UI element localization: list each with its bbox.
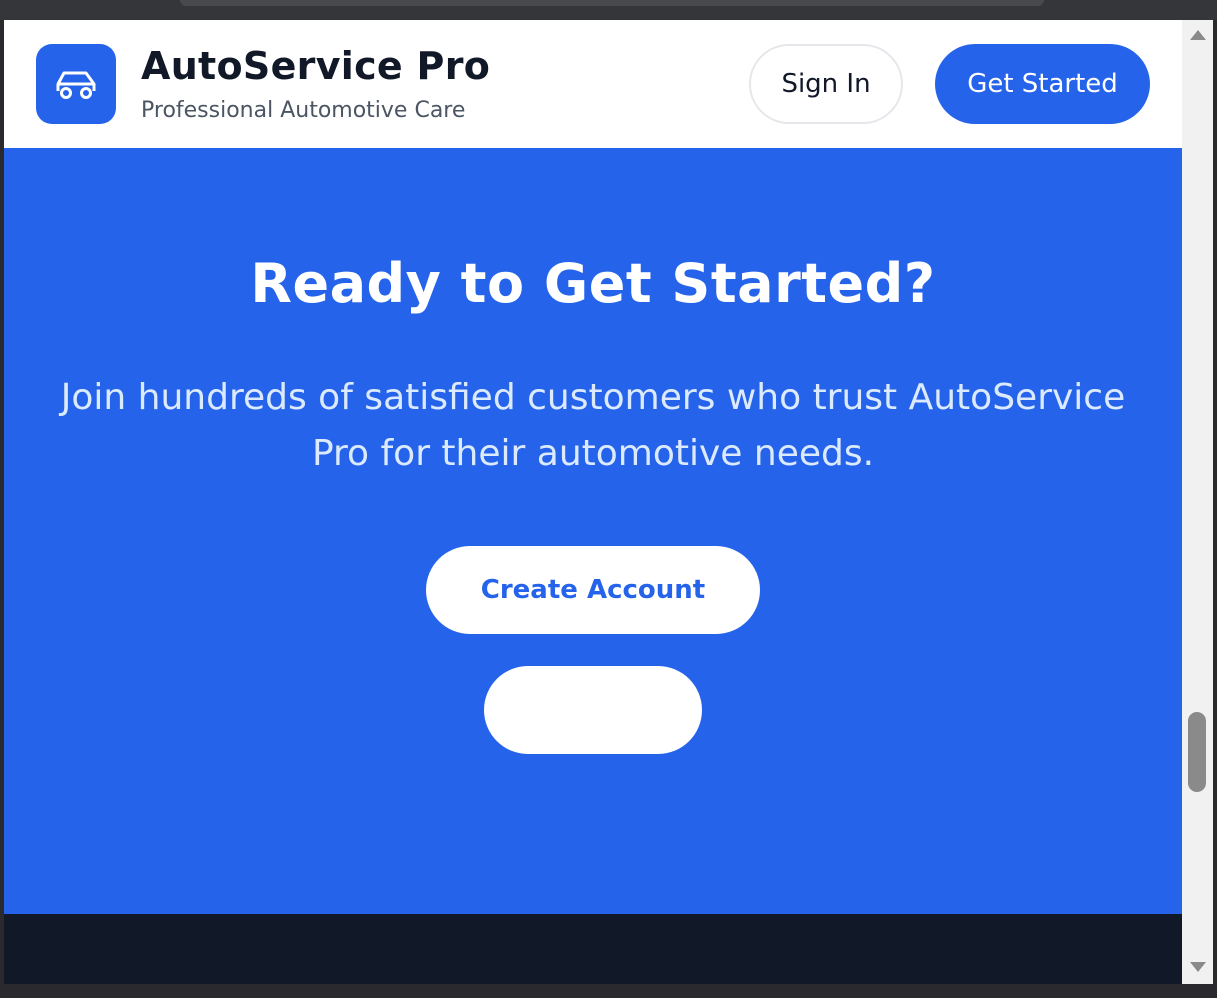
- browser-toolbar: [0, 0, 1217, 20]
- get-started-button[interactable]: Get Started: [935, 44, 1150, 124]
- brand-title: AutoService Pro: [141, 44, 491, 88]
- cta-description: Join hundreds of satisfied customers who…: [60, 377, 1126, 474]
- brand-subtitle: Professional Automotive Care: [141, 98, 466, 123]
- site-footer: [4, 914, 1182, 984]
- page-viewport: AutoService Pro Professional Automotive …: [4, 20, 1182, 984]
- scroll-thumb[interactable]: [1188, 712, 1206, 792]
- window-bottom-edge: [0, 984, 1217, 998]
- scroll-up-icon[interactable]: [1190, 30, 1206, 40]
- cta-heading: Ready to Get Started?: [250, 252, 936, 315]
- logo[interactable]: [36, 44, 116, 124]
- create-account-button[interactable]: Create Account: [426, 546, 760, 634]
- car-icon: [56, 71, 96, 99]
- secondary-cta-button[interactable]: [484, 666, 702, 754]
- vertical-scrollbar[interactable]: [1182, 20, 1213, 984]
- scroll-down-icon[interactable]: [1190, 962, 1206, 972]
- address-bar[interactable]: [180, 0, 1044, 6]
- cta-section: Ready to Get Started? Join hundreds of s…: [4, 148, 1182, 914]
- site-header: AutoService Pro Professional Automotive …: [4, 20, 1182, 148]
- sign-in-button[interactable]: Sign In: [749, 44, 903, 124]
